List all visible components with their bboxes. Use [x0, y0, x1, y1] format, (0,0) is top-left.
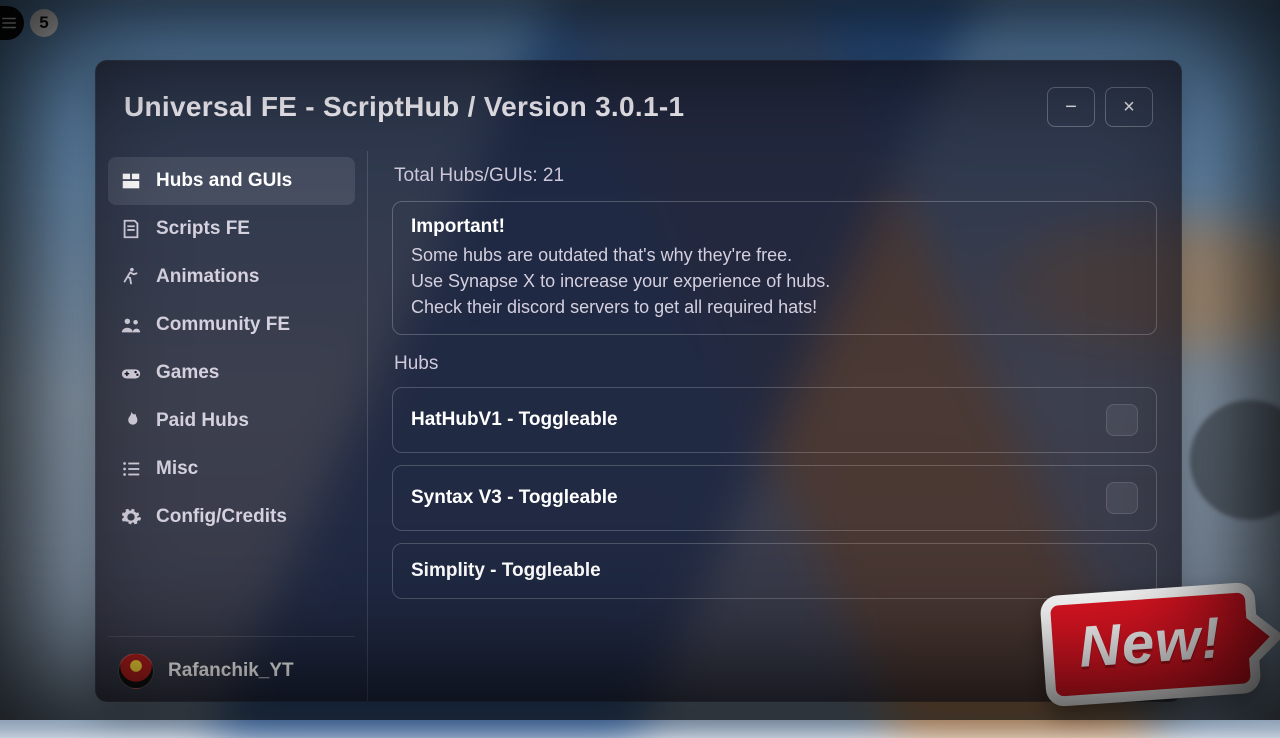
- notice-line: Some hubs are outdated that's why they'r…: [411, 242, 1138, 268]
- sidebar-item-label: Misc: [156, 458, 198, 480]
- window-buttons: − ×: [1047, 87, 1153, 127]
- section-label: Hubs: [394, 353, 1157, 375]
- flame-icon: [120, 410, 142, 432]
- sticker-text: New!: [1077, 605, 1224, 680]
- sidebar-item-misc[interactable]: Misc: [108, 445, 355, 493]
- sidebar-item-config[interactable]: Config/Credits: [108, 493, 355, 541]
- titlebar: Universal FE - ScriptHub / Version 3.0.1…: [96, 61, 1181, 151]
- sidebar-item-paid[interactable]: Paid Hubs: [108, 397, 355, 445]
- close-button[interactable]: ×: [1105, 87, 1153, 127]
- sidebar-item-hubs[interactable]: Hubs and GUIs: [108, 157, 355, 205]
- toggle-checkbox[interactable]: [1106, 482, 1138, 514]
- note-icon: [120, 218, 142, 240]
- notice-panel: Important! Some hubs are outdated that's…: [392, 201, 1157, 335]
- hub-row[interactable]: Simplity - Toggleable: [392, 543, 1157, 599]
- hub-row[interactable]: HatHubV1 - Toggleable: [392, 387, 1157, 453]
- sidebar-item-label: Community FE: [156, 314, 290, 336]
- people-icon: [120, 314, 142, 336]
- notice-line: Use Synapse X to increase your experienc…: [411, 268, 1138, 294]
- hud-pill: 5: [0, 6, 58, 40]
- sidebar-item-scripts[interactable]: Scripts FE: [108, 205, 355, 253]
- sidebar-item-label: Config/Credits: [156, 506, 287, 528]
- sidebar-item-label: Paid Hubs: [156, 410, 249, 432]
- notice-heading: Important!: [411, 216, 1138, 238]
- hub-row-label: Syntax V3 - Toggleable: [411, 487, 618, 509]
- list-icon: [120, 458, 142, 480]
- run-icon: [120, 266, 142, 288]
- hub-row[interactable]: Syntax V3 - Toggleable: [392, 465, 1157, 531]
- notice-line: Check their discord servers to get all r…: [411, 294, 1138, 320]
- gamepad-icon: [120, 362, 142, 384]
- window-title: Universal FE - ScriptHub / Version 3.0.1…: [124, 91, 684, 123]
- script-hub-window: Universal FE - ScriptHub / Version 3.0.1…: [95, 60, 1182, 702]
- avatar: [118, 653, 154, 689]
- sidebar-item-community[interactable]: Community FE: [108, 301, 355, 349]
- sidebar: Hubs and GUIs Scripts FE Animations Communi…: [96, 151, 368, 702]
- menu-handle-icon[interactable]: [0, 6, 24, 40]
- totals-label: Total Hubs/GUIs: 21: [394, 165, 1157, 187]
- sidebar-item-label: Games: [156, 362, 219, 384]
- sidebar-item-label: Animations: [156, 266, 259, 288]
- toggle-checkbox[interactable]: [1106, 404, 1138, 436]
- sidebar-item-label: Scripts FE: [156, 218, 250, 240]
- sidebar-item-anim[interactable]: Animations: [108, 253, 355, 301]
- minimize-button[interactable]: −: [1047, 87, 1095, 127]
- grid-icon: [120, 170, 142, 192]
- user-name: Rafanchik_YT: [168, 660, 294, 682]
- hub-row-label: Simplity - Toggleable: [411, 560, 601, 582]
- new-sticker: New!: [1040, 582, 1262, 708]
- gear-icon: [120, 506, 142, 528]
- hud-count-badge: 5: [30, 9, 58, 37]
- sidebar-item-label: Hubs and GUIs: [156, 170, 292, 192]
- arrow-icon: [1246, 603, 1280, 669]
- sidebar-user[interactable]: Rafanchik_YT: [108, 636, 355, 702]
- sidebar-item-games[interactable]: Games: [108, 349, 355, 397]
- hub-row-label: HatHubV1 - Toggleable: [411, 409, 618, 431]
